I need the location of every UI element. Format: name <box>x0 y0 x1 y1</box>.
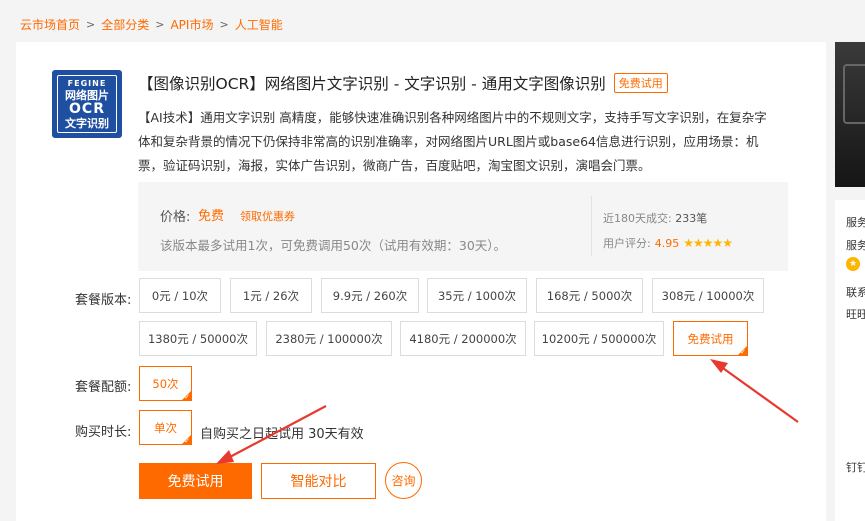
check-icon: ✓ <box>740 348 746 356</box>
package-option[interactable]: 0元 / 10次 <box>139 278 221 313</box>
side-text-dingtalk[interactable]: 钉钉 <box>846 459 865 475</box>
deals-count: 近180天成交: 233笔 <box>603 210 707 226</box>
package-option[interactable]: 9.9元 / 260次 <box>321 278 419 313</box>
package-option-label: 9.9元 / 260次 <box>332 288 408 303</box>
package-option[interactable]: 2380元 / 100000次 <box>266 321 392 356</box>
package-option[interactable]: 4180元 / 200000次 <box>400 321 526 356</box>
breadcrumb-separator: > <box>155 18 165 31</box>
package-option-label: 0元 / 10次 <box>151 288 209 303</box>
title-row: 【图像识别OCR】网络图片文字识别 - 文字识别 - 通用文字图像识别 免费试用 <box>138 72 668 94</box>
package-option-label: 308元 / 10000次 <box>661 288 755 303</box>
rating-label: 用户评分: <box>603 237 651 250</box>
side-text-contact: 联系 <box>846 286 865 299</box>
package-option-label: 免费试用 <box>687 331 734 346</box>
logo-brand: FEGINE <box>67 78 107 88</box>
deals-label: 近180天成交: <box>603 212 672 225</box>
quota-option-label: 50次 <box>152 376 179 391</box>
free-trial-badge: 免费试用 <box>613 73 668 93</box>
breadcrumb-ai[interactable]: 人工智能 <box>235 16 283 33</box>
price-label: 价格: <box>160 210 191 225</box>
logo-line-3: OCR <box>69 100 105 117</box>
breadcrumb: 云市场首页 > 全部分类 > API市场 > 人工智能 <box>20 16 283 33</box>
breadcrumb-all-categories[interactable]: 全部分类 <box>101 16 149 33</box>
free-trial-button[interactable]: 免费试用 <box>139 463 252 499</box>
validity-note: 自购买之日起试用 30天有效 <box>200 427 364 442</box>
package-option-free-trial[interactable]: 免费试用 ✓ <box>673 321 748 356</box>
package-option-label: 35元 / 1000次 <box>437 288 517 303</box>
quota-label: 套餐配额: <box>75 380 132 395</box>
user-rating: 用户评分: 4.95 ★★★★★ <box>603 235 733 251</box>
breadcrumb-home[interactable]: 云市场首页 <box>20 16 80 33</box>
side-text-service-provider[interactable]: 服务 <box>846 237 865 253</box>
side-service-panel: 服务 服务 ★ 联系 旺旺 钉钉 <box>835 200 865 521</box>
side-text-service-title: 服务 <box>846 216 865 229</box>
duration-label: 购买时长: <box>75 425 132 440</box>
rating-score: 4.95 <box>654 236 680 250</box>
breadcrumb-api-market[interactable]: API市场 <box>170 16 213 33</box>
smart-compare-button[interactable]: 智能对比 <box>261 463 376 499</box>
breadcrumb-separator: > <box>86 18 96 31</box>
banner-decoration <box>843 64 865 124</box>
package-label: 套餐版本: <box>75 293 132 308</box>
package-option-label: 168元 / 5000次 <box>546 288 633 303</box>
logo-line-4: 文字识别 <box>65 116 109 130</box>
price-value: 免费 <box>198 209 225 224</box>
product-title: 【图像识别OCR】网络图片文字识别 - 文字识别 - 通用文字图像识别 <box>138 75 606 93</box>
consult-button[interactable]: 咨询 <box>385 462 422 499</box>
package-option[interactable]: 308元 / 10000次 <box>652 278 764 313</box>
package-option-label: 4180元 / 200000次 <box>409 331 517 346</box>
package-option[interactable]: 10200元 / 500000次 <box>534 321 664 356</box>
package-option-label: 1380元 / 50000次 <box>147 331 249 346</box>
price-box: 价格: 免费 领取优惠券 该版本最多试用1次，可免费调用50次（试用有效期：30… <box>138 182 788 271</box>
side-text-wangwang[interactable]: 旺旺 <box>846 306 865 322</box>
package-option[interactable]: 168元 / 5000次 <box>536 278 643 313</box>
product-logo: FEGINE 网络图片 OCR 文字识别 <box>52 70 122 138</box>
coupon-link[interactable]: 领取优惠券 <box>240 208 295 224</box>
deals-value: 233笔 <box>675 212 708 225</box>
side-banner[interactable] <box>835 42 865 187</box>
check-icon: ✓ <box>184 437 190 445</box>
package-option[interactable]: 1380元 / 50000次 <box>139 321 257 356</box>
trial-note: 该版本最多试用1次，可免费调用50次（试用有效期：30天）。 <box>160 238 507 253</box>
product-description: 【AI技术】通用文字识别 高精度，能够快速准确识别各种网络图片中的不规则文字，支… <box>138 110 767 173</box>
package-option-label: 1元 / 26次 <box>242 288 300 303</box>
medal-icon: ★ <box>846 257 860 271</box>
package-option[interactable]: 1元 / 26次 <box>230 278 312 313</box>
package-option-label: 10200元 / 500000次 <box>541 331 657 346</box>
breadcrumb-separator: > <box>219 18 229 31</box>
rating-stars-icon: ★★★★★ <box>683 236 733 250</box>
duration-option-label: 单次 <box>154 420 177 435</box>
check-icon: ✓ <box>184 393 190 401</box>
duration-option[interactable]: 单次 ✓ <box>139 410 192 445</box>
quota-option[interactable]: 50次 ✓ <box>139 366 192 401</box>
package-option[interactable]: 35元 / 1000次 <box>427 278 527 313</box>
package-option-label: 2380元 / 100000次 <box>275 331 383 346</box>
logo-line-2: 网络图片 <box>65 88 109 102</box>
divider <box>591 196 592 256</box>
